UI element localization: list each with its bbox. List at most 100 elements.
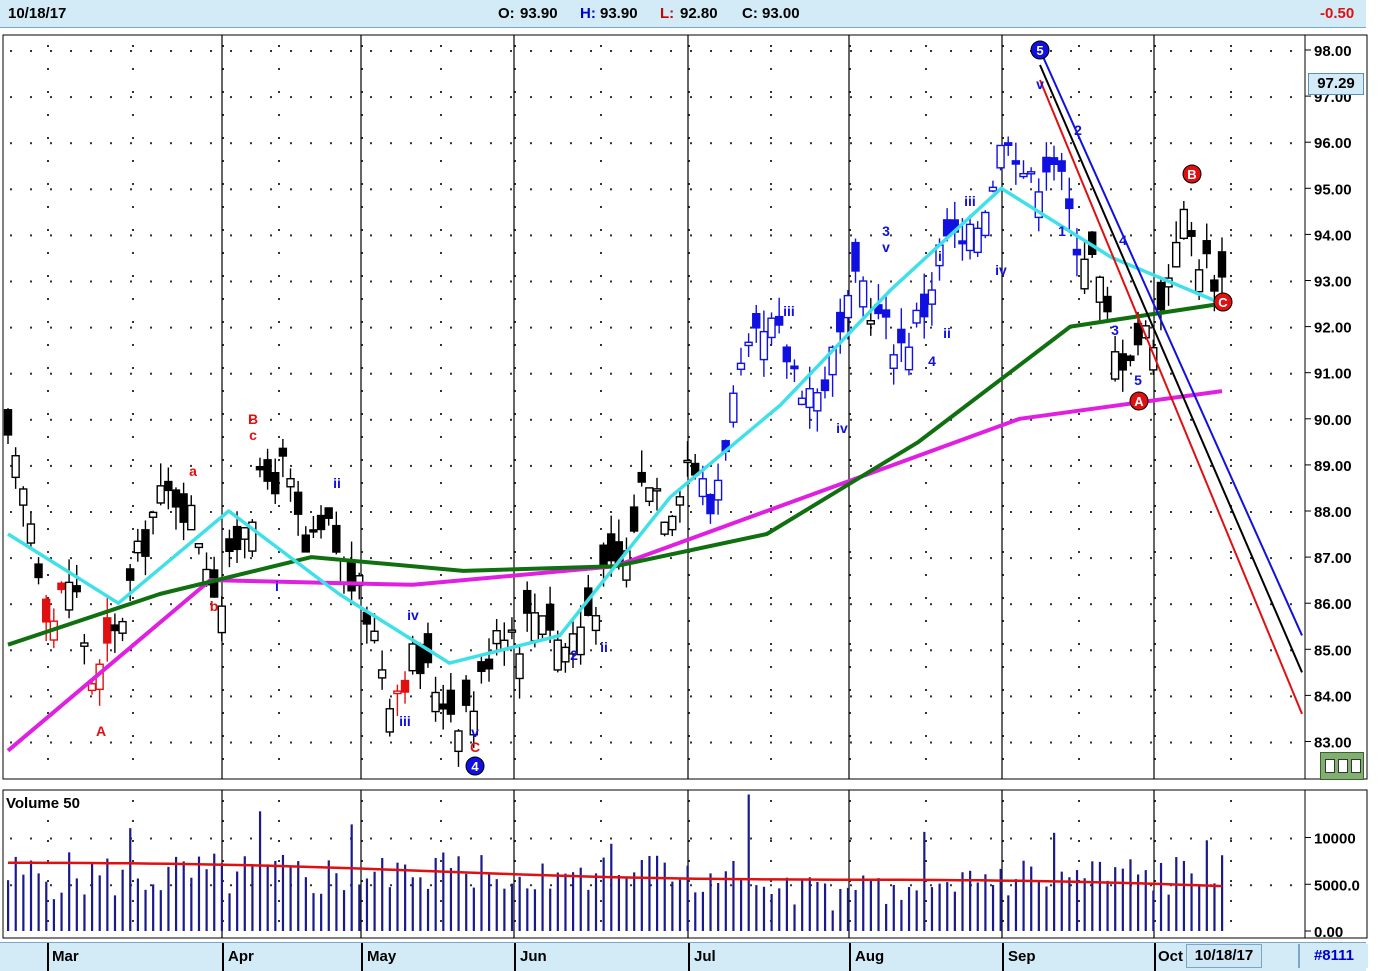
grid-dot [730, 50, 732, 52]
grid-dot [170, 280, 172, 283]
grid-dot [990, 372, 992, 375]
grid-dot [910, 511, 912, 513]
grid-dot [600, 574, 602, 576]
grid-dot [210, 372, 212, 375]
grid-dot [410, 96, 412, 99]
grid-dot [770, 837, 772, 840]
grid-dot [1078, 735, 1080, 737]
grid-dot [790, 96, 792, 99]
grid-dot [1010, 557, 1012, 560]
grid-dot [1210, 142, 1212, 145]
candle-body [171, 489, 181, 508]
volume-bar [350, 824, 353, 931]
volume-bar [991, 884, 995, 931]
tool-icon[interactable] [1320, 752, 1364, 780]
grid-dot [810, 695, 812, 698]
grid-dot [1110, 837, 1112, 840]
volume-bar [617, 875, 621, 931]
grid-dot [440, 620, 442, 622]
grid-dot [510, 741, 512, 744]
candle-body [965, 223, 975, 252]
grid-dot [910, 142, 912, 145]
candle-body [774, 315, 784, 326]
grid-dot [250, 326, 252, 329]
candle-body [1202, 240, 1211, 255]
grid-dot [10, 603, 12, 606]
grid-dot [132, 114, 134, 116]
grid-dot [1250, 837, 1252, 840]
grid-dot [970, 557, 972, 560]
grid-dot [450, 464, 452, 467]
grid-dot [610, 603, 612, 606]
candle-body [446, 689, 456, 715]
grid-dot [590, 557, 592, 560]
grid-dot [690, 837, 692, 840]
grid-dot [600, 712, 602, 714]
grid-dot [230, 372, 232, 375]
grid-dot [210, 326, 212, 329]
grid-dot [150, 326, 152, 329]
grid-dot [910, 280, 912, 283]
grid-dot [630, 884, 632, 887]
grid-dot [1210, 741, 1212, 744]
grid-dot [290, 188, 292, 191]
grid-dot [530, 326, 532, 329]
price-tick-label: 90.00 [1314, 412, 1352, 429]
candle-body [477, 661, 486, 672]
price-volume-chart[interactable]: 98.0097.0096.0095.0094.0093.0092.0091.00… [0, 0, 1400, 942]
grid-dot [1230, 620, 1232, 622]
grid-dot [810, 837, 812, 840]
grid-dot [1070, 511, 1072, 513]
grid-dot [790, 511, 792, 513]
grid-dot [278, 45, 280, 47]
grid-dot [490, 50, 492, 52]
grid-dot [1110, 695, 1112, 698]
grid-dot [130, 96, 132, 99]
grid-dot [630, 326, 632, 329]
grid-dot [470, 50, 472, 52]
volume-bar [877, 878, 880, 931]
grid-dot [1230, 712, 1232, 714]
grid-dot [278, 91, 280, 93]
grid-dot [925, 344, 927, 346]
grid-dot [30, 557, 32, 560]
grid-dot [1230, 900, 1232, 902]
grid-dot [132, 482, 134, 484]
grid-dot [750, 837, 752, 840]
grid-dot [1050, 142, 1052, 145]
grid-dot [750, 372, 752, 375]
grid-dot [890, 372, 892, 375]
month-label: Jun [520, 948, 547, 965]
volume-bar [480, 855, 483, 931]
grid-dot [370, 50, 372, 52]
grid-dot [830, 464, 832, 467]
grid-dot [30, 326, 32, 329]
grid-dot [150, 557, 152, 560]
grid-dot [710, 603, 712, 606]
grid-dot [47, 390, 49, 392]
volume-bar [518, 876, 521, 931]
grid-dot [150, 837, 152, 840]
grid-dot [110, 741, 112, 744]
wave-label: iv [407, 607, 419, 623]
grid-dot [870, 511, 872, 513]
grid-dot [1130, 695, 1132, 698]
grid-dot [430, 188, 432, 191]
grid-dot [390, 511, 392, 513]
grid-dot [170, 326, 172, 329]
grid-dot [1078, 275, 1080, 277]
grid-dot [210, 695, 212, 698]
grid-dot [210, 50, 212, 52]
grid-dot [170, 188, 172, 191]
grid-dot [630, 142, 632, 145]
candle-body [683, 459, 692, 464]
grid-dot [550, 557, 552, 560]
grid-dot [132, 229, 134, 231]
grid-dot [1270, 372, 1272, 375]
grid-dot [1130, 837, 1132, 840]
volume-bar [785, 877, 788, 931]
price-tick-label: 86.00 [1314, 596, 1352, 613]
volume-bar [816, 881, 819, 931]
candle-body [408, 643, 417, 672]
grid-dot [925, 505, 927, 507]
